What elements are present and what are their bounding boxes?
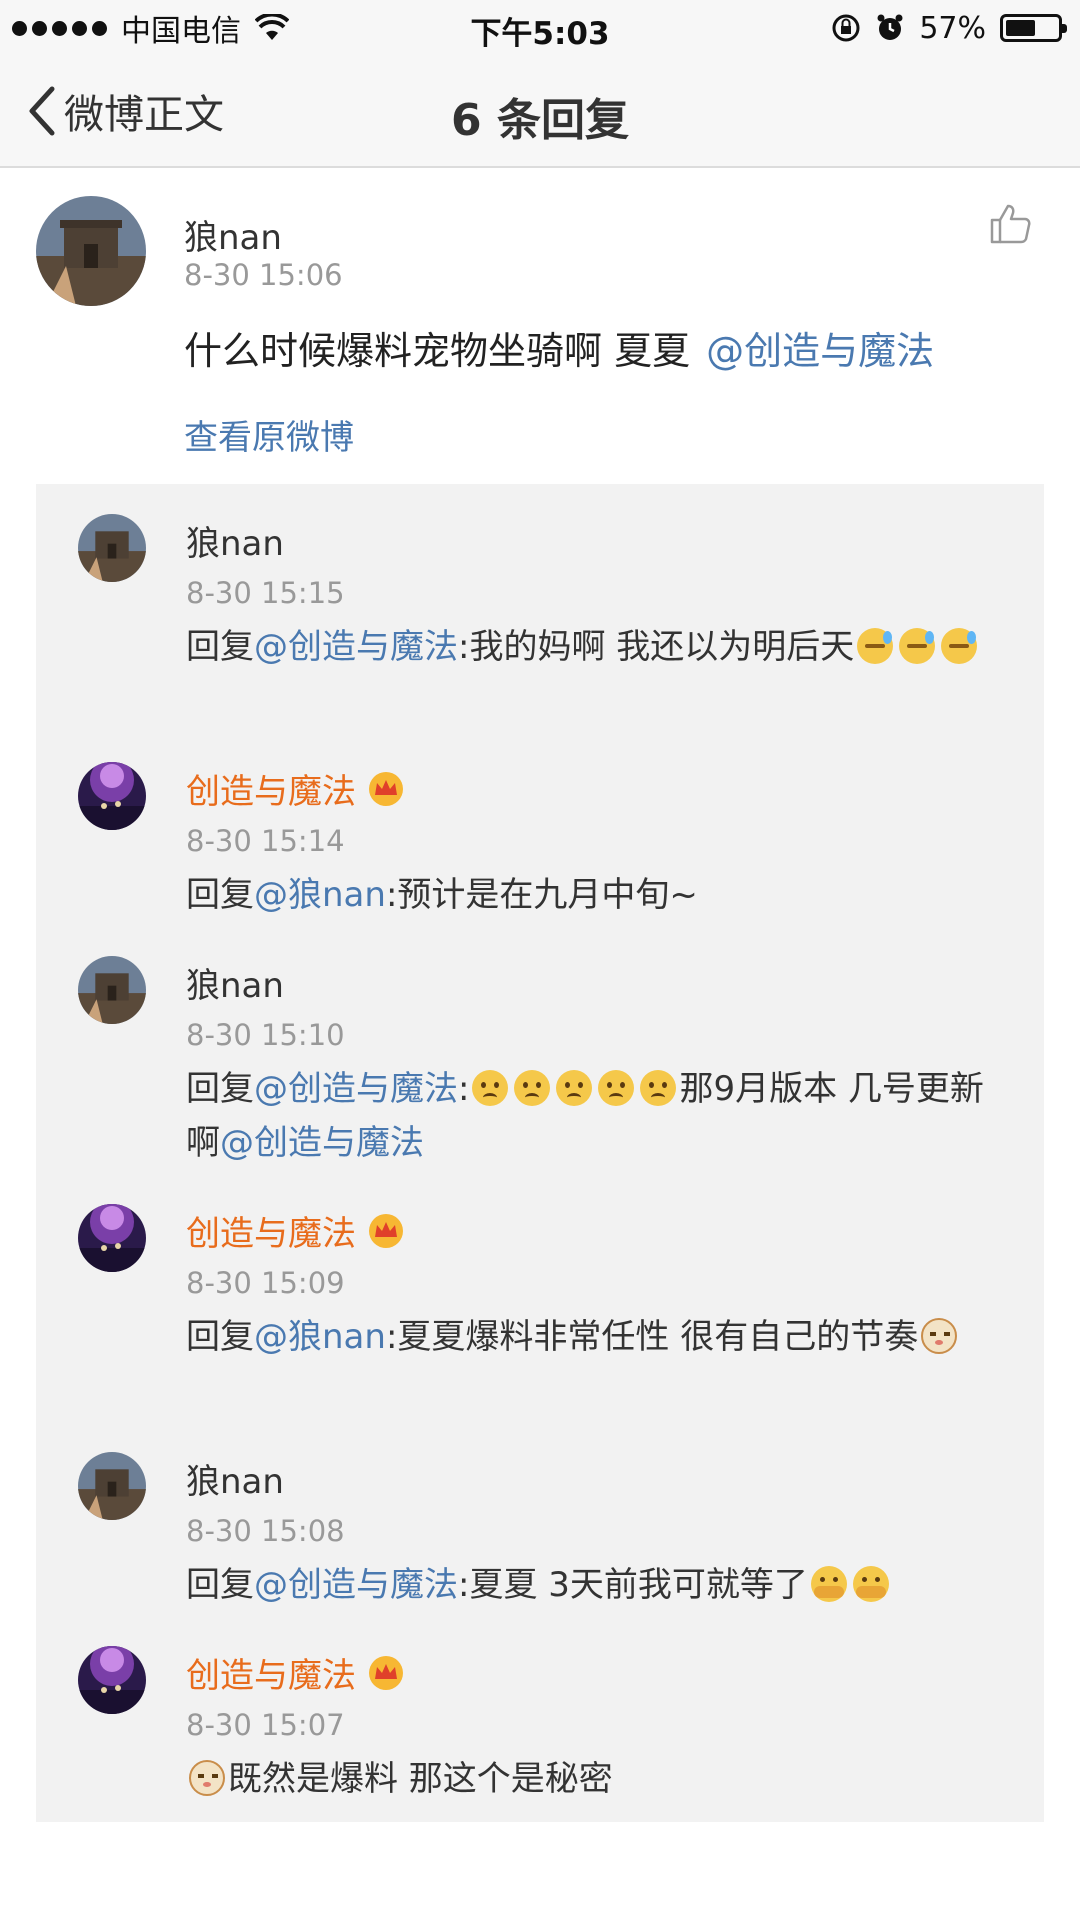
vip-crown-icon [369,1213,403,1248]
reply-author[interactable]: 创造与魔法 [186,1206,406,1255]
avatar[interactable] [78,956,146,1024]
reply-body: :预计是在九月中旬~ [385,875,698,915]
reply-prefix: 回复 [186,1565,254,1605]
avatar[interactable] [78,1204,146,1272]
sweat-emoji-icon [941,628,978,664]
comment-body: 什么时候爆料宠物坐骑啊 夏夏 [184,329,691,373]
reply-time: 8-30 15:07 [186,1708,345,1742]
avatar[interactable] [78,514,146,582]
reply-author[interactable]: 创造与魔法 [186,1648,406,1697]
reply-text: 回复@创造与魔法:我的妈啊 我还以为明后天 [186,620,1006,674]
comment-text: 什么时候爆料宠物坐骑啊 夏夏 @创造与魔法 [184,320,934,375]
avatar[interactable] [78,762,146,830]
reply-prefix: 回复 [186,875,254,915]
author-name[interactable]: 狼nan [186,1454,284,1503]
author-name[interactable]: 创造与魔法 [186,764,356,813]
reply-author[interactable]: 狼nan [186,1454,284,1503]
sweat-emoji-icon [857,628,894,664]
reply-time: 8-30 15:09 [186,1266,345,1300]
sad-emoji-icon [640,1070,677,1106]
avatar[interactable] [36,196,146,306]
author-name[interactable]: 狼nan [186,516,284,565]
mention-link[interactable]: @创造与魔法 [220,1123,424,1163]
hug-emoji-icon [810,1566,847,1602]
reply-time: 8-30 15:14 [186,824,345,858]
view-original-link[interactable]: 查看原微博 [184,410,354,459]
avatar[interactable] [78,1452,146,1520]
replies-panel: 狼nan 8-30 15:15 回复@创造与魔法:我的妈啊 我还以为明后天 创造… [36,484,1044,1822]
reply-author[interactable]: 狼nan [186,516,284,565]
navigation-bar: 微博正文 6 条回复 [0,56,1080,168]
reply-text: 回复@狼nan:夏夏爆料非常任性 很有自己的节奏 [186,1310,1006,1364]
reply-item[interactable]: 狼nan 8-30 15:08 回复@创造与魔法:夏夏 3天前我可就等了 [36,1422,1044,1612]
thumbs-up-icon[interactable] [988,202,1032,246]
status-bar: 中国电信 下午5:03 57% [0,0,1080,56]
battery-icon [1000,14,1067,42]
avatar[interactable] [78,1646,146,1714]
reply-item[interactable]: 创造与魔法 8-30 15:09 回复@狼nan:夏夏爆料非常任性 很有自己的节… [36,1174,1044,1414]
reply-time: 8-30 15:10 [186,1018,345,1052]
main-comment: 狼nan 8-30 15:06 什么时候爆料宠物坐骑啊 夏夏 @创造与魔法 查看原… [0,170,1080,470]
reply-prefix: 回复 [186,1069,254,1109]
hug-emoji-icon [852,1566,889,1602]
sad-emoji-icon [598,1070,635,1106]
mention-link[interactable]: @创造与魔法 [706,329,934,373]
reply-body: :夏夏爆料非常任性 很有自己的节奏 [385,1317,919,1357]
mention-link[interactable]: @创造与魔法 [254,627,458,667]
reply-author[interactable]: 狼nan [186,958,284,1007]
author-name[interactable]: 创造与魔法 [186,1206,356,1255]
reply-text: 回复@创造与魔法:夏夏 3天前我可就等了 [186,1558,1006,1612]
orientation-lock-icon [832,14,860,42]
sweat-emoji-icon [899,628,936,664]
reply-body: :我的妈啊 我还以为明后天 [458,627,855,667]
vip-crown-icon [369,1655,403,1690]
reply-time: 8-30 15:15 [186,576,345,610]
author-name[interactable]: 狼nan [186,958,284,1007]
sad-emoji-icon [514,1070,551,1106]
sad-emoji-icon [472,1070,509,1106]
author-name[interactable]: 创造与魔法 [186,1648,356,1697]
reply-author[interactable]: 创造与魔法 [186,764,406,813]
reply-colon: : [458,1069,470,1109]
reply-text: 回复@创造与魔法: 那9月版本 几号更新啊@创造与魔法 [186,1062,1006,1170]
reply-time: 8-30 15:08 [186,1514,345,1548]
reply-item[interactable]: 狼nan 8-30 15:15 回复@创造与魔法:我的妈啊 我还以为明后天 [36,484,1044,724]
page-title: 6 条回复 [451,95,629,146]
reply-item[interactable]: 创造与魔法 8-30 15:14 回复@狼nan:预计是在九月中旬~ [36,732,1044,922]
mention-link[interactable]: @狼nan [254,875,386,915]
alarm-icon [877,14,903,40]
mention-link[interactable]: @创造与魔法 [254,1565,458,1605]
reply-item[interactable]: 狼nan 8-30 15:10 回复@创造与魔法: 那9月版本 几号更新啊@创造与… [36,926,1044,1166]
reply-item[interactable]: 创造与魔法 8-30 15:07 既然是爆料 那这个是秘密 [36,1616,1044,1816]
reply-body: :夏夏 3天前我可就等了 [458,1565,808,1605]
cat-emoji-icon [921,1318,958,1354]
comment-author[interactable]: 狼nan [184,210,282,259]
battery-percent: 57% [919,10,986,46]
reply-body: 既然是爆料 那这个是秘密 [228,1759,613,1799]
cat-emoji-icon [189,1760,225,1796]
reply-prefix: 回复 [186,627,254,667]
reply-text: 既然是爆料 那这个是秘密 [186,1752,1006,1806]
mention-link[interactable]: @狼nan [254,1317,386,1357]
mention-link[interactable]: @创造与魔法 [254,1069,458,1109]
vip-crown-icon [369,771,403,806]
comment-time: 8-30 15:06 [184,258,343,292]
reply-prefix: 回复 [186,1317,254,1357]
reply-text: 回复@狼nan:预计是在九月中旬~ [186,868,1006,922]
status-icons: 57% [831,8,1067,48]
sad-emoji-icon [556,1070,593,1106]
